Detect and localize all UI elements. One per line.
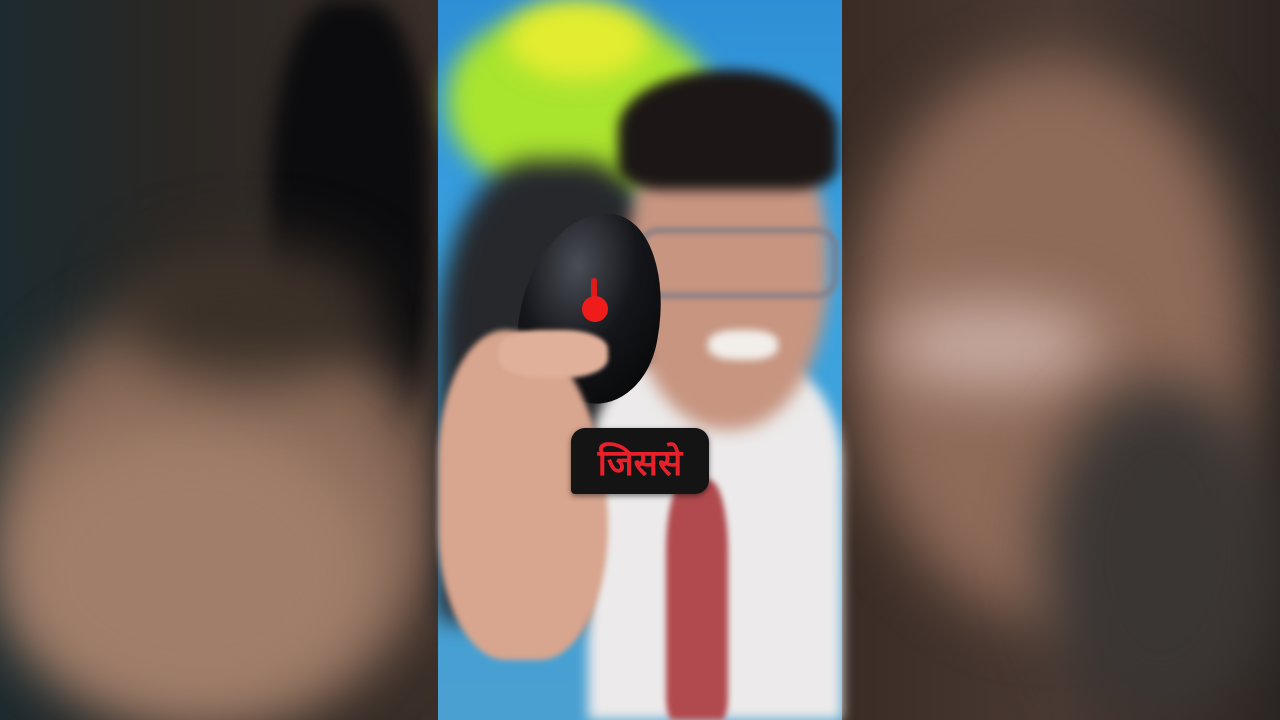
device-red-knob bbox=[582, 296, 608, 322]
video-frame[interactable] bbox=[438, 0, 842, 720]
caption-text: जिससे bbox=[597, 442, 683, 484]
device-slider-slot bbox=[591, 278, 597, 298]
blurred-background-right bbox=[842, 0, 1280, 720]
video-player[interactable]: जिससे bbox=[0, 0, 1280, 720]
caption-badge: जिससे bbox=[571, 428, 709, 494]
blurred-background-left bbox=[0, 0, 438, 720]
